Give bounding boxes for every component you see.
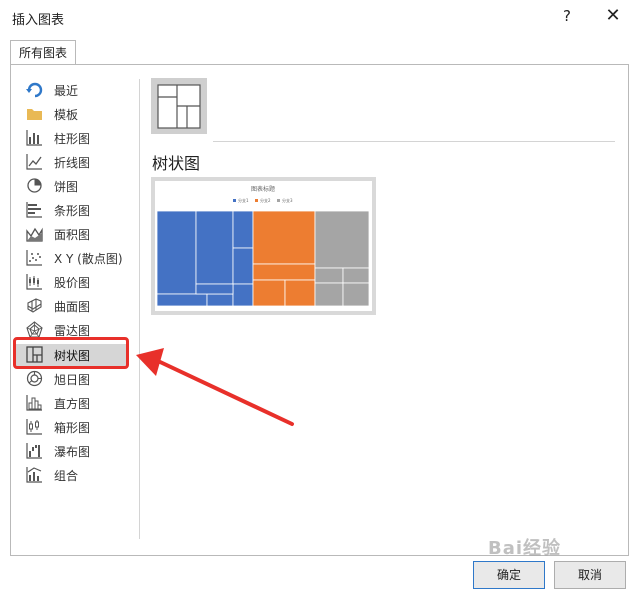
annotation-arrow	[136, 348, 294, 426]
insert-chart-dialog: 插入图表 ? ✕ 所有图表 最近 模板 柱形图 折线图 饼图 条形图 面积图 X…	[0, 0, 639, 599]
